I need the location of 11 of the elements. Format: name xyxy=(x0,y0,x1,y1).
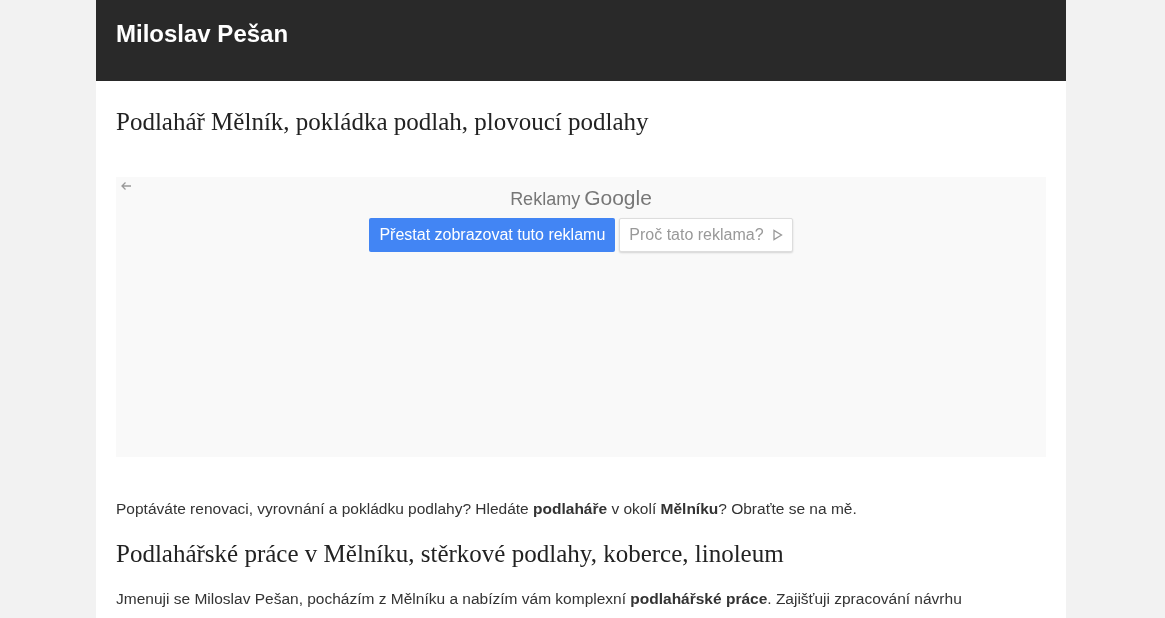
site-title[interactable]: Miloslav Pešan xyxy=(116,20,289,47)
play-icon xyxy=(771,228,783,241)
paragraph: Poptáváte renovaci, vyrovnání a pokládku podlahy? Hledáte podlaháře v okolí Mělníku? Obraťte se na mě. xyxy=(116,499,858,519)
stop-ad-button[interactable]: Přestat zobrazovat tuto reklamu xyxy=(369,217,616,252)
ad-label: Reklamy xyxy=(510,189,581,209)
why-ad-button[interactable]: Proč tato reklama? xyxy=(619,217,793,252)
page-heading: Podlahář Mělník, pokládka podlah, plovoucí podlahy xyxy=(116,107,650,137)
ad-brand: Google xyxy=(584,186,652,209)
back-arrow-icon[interactable] xyxy=(120,181,132,191)
section-heading: Podlahářské práce v Mělníku, stěrkové podlahy, koberce, linoleum xyxy=(116,540,785,569)
paragraph: Jmenuji se Miloslav Pešan, pocházím z Mělníku a nabízím vám komplexní podlahářské práce. Zajišťuji zpracování návrhu xyxy=(116,589,963,609)
